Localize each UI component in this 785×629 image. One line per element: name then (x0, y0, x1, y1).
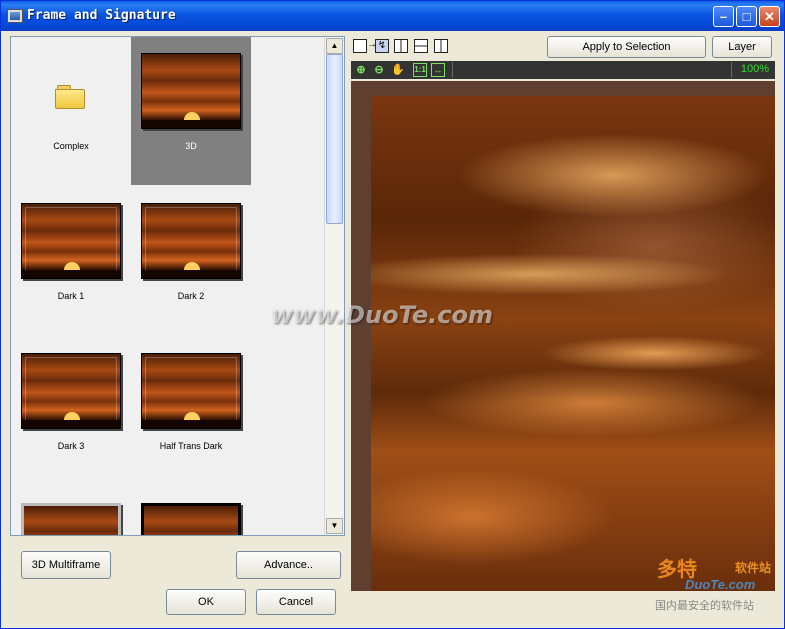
window-title: Frame and Signature (27, 8, 176, 23)
gallery-item-label: Half Trans Dark (159, 441, 223, 451)
gallery-item-dark-2[interactable]: Dark 2 (131, 187, 251, 335)
gallery-item-dark-1[interactable]: Dark 1 (11, 187, 131, 335)
gallery-item-dark-3[interactable]: Dark 3 (11, 337, 131, 485)
preview-canvas[interactable] (351, 81, 775, 591)
gallery-item-label: Dark 2 (177, 291, 205, 301)
folder-icon (55, 85, 85, 109)
fit-width-icon[interactable]: ↔ (431, 63, 445, 77)
frame-thumbnail (141, 203, 241, 279)
gallery-item-label: Dark 3 (57, 441, 85, 451)
maximize-button[interactable]: □ (736, 6, 757, 27)
scroll-down-button[interactable]: ▼ (326, 518, 343, 534)
gallery-scrollbar[interactable]: ▲ ▼ (324, 37, 344, 535)
scroll-thumb[interactable] (326, 54, 343, 224)
split-horizontal-icon[interactable] (414, 39, 428, 53)
flash-icon[interactable]: ↯ (375, 39, 389, 53)
zoom-in-icon[interactable]: ⊕ (354, 63, 368, 77)
frame-thumbnail (141, 503, 241, 535)
cancel-button[interactable]: Cancel (256, 589, 336, 615)
gallery-item-3d[interactable]: 3D (131, 37, 251, 185)
frame-gallery: Complex 3D Dark 1 Dark 2 Dark 3 Half Tra… (10, 36, 345, 536)
scroll-up-button[interactable]: ▲ (326, 38, 343, 54)
book-layout-icon[interactable] (434, 39, 448, 53)
apply-to-selection-button[interactable]: Apply to Selection (547, 36, 706, 58)
dialog-client: Complex 3D Dark 1 Dark 2 Dark 3 Half Tra… (4, 31, 781, 627)
minimize-button[interactable]: – (713, 6, 734, 27)
gallery-item-label: Complex (53, 141, 89, 151)
logo-site-text: DuoTe.com (685, 577, 756, 592)
3d-multiframe-button[interactable]: 3D Multiframe (21, 551, 111, 579)
duote-logo: 多特 软件站 DuoTe.com 国内最安全的软件站 (651, 549, 781, 627)
frame-thumbnail (141, 53, 241, 129)
split-vertical-icon[interactable] (394, 39, 408, 53)
app-icon (7, 9, 23, 23)
hand-pan-icon[interactable]: ✋ (391, 63, 405, 77)
toolbar-divider (731, 62, 732, 78)
frame-thumbnail (21, 353, 121, 429)
close-button[interactable]: ✕ (759, 6, 780, 27)
ok-button[interactable]: OK (166, 589, 246, 615)
gallery-item-complex[interactable]: Complex (11, 37, 131, 185)
logo-sub-text: 软件站 (735, 561, 772, 575)
frame-thumbnail (141, 353, 241, 429)
zoom-level: 100% (740, 63, 769, 75)
preview-toolbar: ⊕ ⊖ ✋ 1:1 ↔ 100% (351, 61, 775, 79)
layer-button[interactable]: Layer (712, 36, 772, 58)
title-bar[interactable]: Frame and Signature – □ ✕ (1, 1, 784, 31)
gallery-item-label: Dark 1 (57, 291, 85, 301)
actual-size-icon[interactable]: 1:1 (413, 63, 427, 77)
frame-thumbnail (21, 503, 121, 535)
gallery-item-label: 3D (185, 141, 197, 151)
advance-button[interactable]: Advance.. (236, 551, 341, 579)
site-watermark: www.DuoTe.com (271, 301, 493, 329)
gallery-item-partial[interactable] (131, 487, 251, 535)
zoom-out-icon[interactable]: ⊖ (372, 63, 386, 77)
frame-thumbnail (21, 203, 121, 279)
toolbar-divider (452, 62, 453, 78)
logo-slogan: 国内最安全的软件站 (655, 599, 754, 612)
gallery-item-partial[interactable] (11, 487, 131, 535)
gallery-item-half-trans-dark[interactable]: Half Trans Dark (131, 337, 251, 485)
frame-and-signature-window: Frame and Signature – □ ✕ Complex 3D Dar… (0, 0, 785, 629)
single-frame-icon[interactable] (353, 39, 367, 53)
preview-image (371, 96, 775, 591)
